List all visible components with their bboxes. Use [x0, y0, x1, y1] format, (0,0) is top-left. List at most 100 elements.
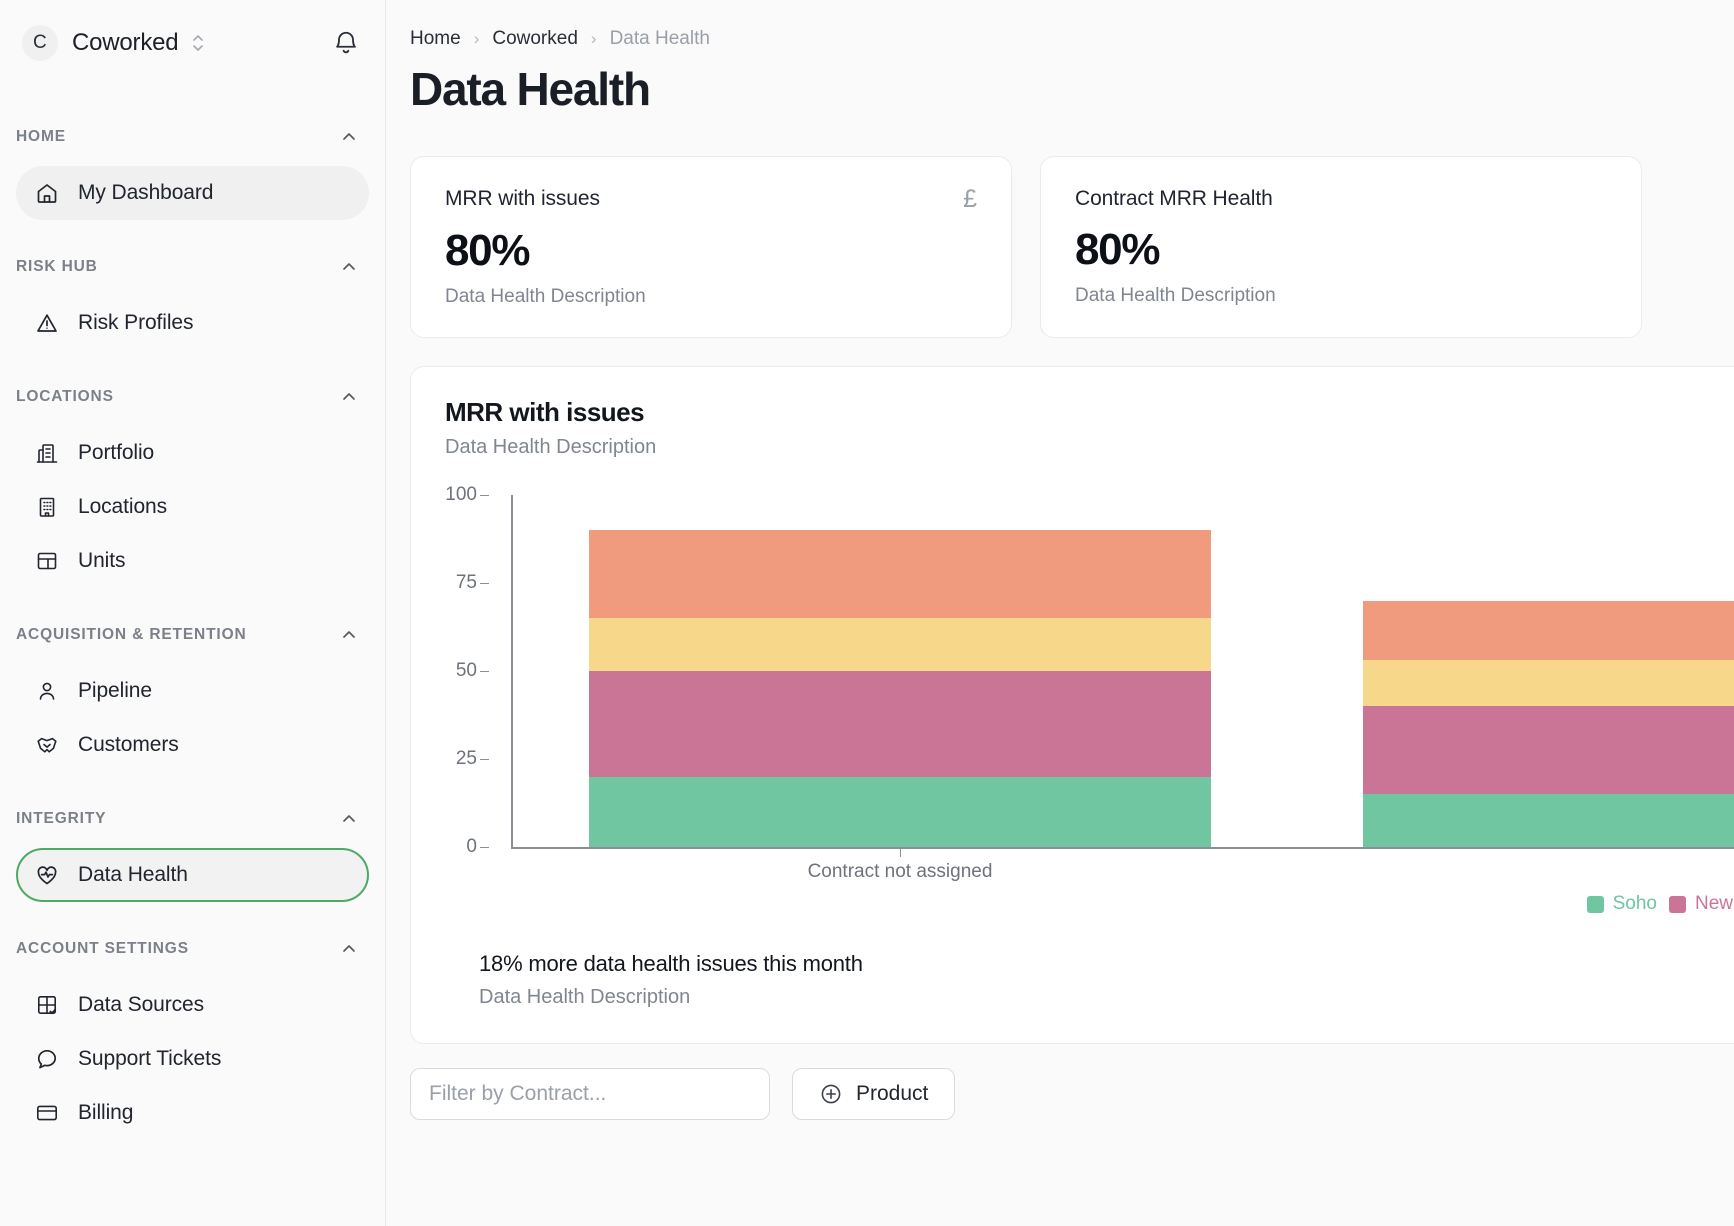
legend-item[interactable]: New	[1669, 893, 1733, 915]
bar-segment[interactable]	[589, 618, 1211, 671]
group-title-integrity: INTEGRITY	[16, 810, 106, 828]
group-title-account-settings: ACCOUNT SETTINGS	[16, 940, 189, 958]
warning-triangle-icon	[34, 310, 60, 336]
sidebar-item-pipeline[interactable]: Pipeline	[16, 664, 369, 718]
breadcrumb-separator: ›	[591, 29, 597, 49]
chart-subtitle: Data Health Description	[445, 436, 1715, 459]
kpi-card-header: Contract MRR Health	[1075, 187, 1607, 211]
nav-items-locations: Portfolio Locations Units	[0, 420, 385, 604]
sidebar-item-label: Risk Profiles	[78, 311, 193, 335]
kpi-description: Data Health Description	[445, 286, 977, 308]
user-icon	[34, 678, 60, 704]
sidebar-item-portfolio[interactable]: Portfolio	[16, 426, 369, 480]
group-header-risk-hub[interactable]: RISK HUB	[0, 244, 385, 290]
chart-title: MRR with issues	[445, 397, 1715, 428]
breadcrumb-separator: ›	[474, 29, 480, 49]
stacked-bar-chart: 0255075100 Contract not assigned SohoNew	[445, 495, 1715, 895]
chevron-up-icon[interactable]	[339, 939, 359, 959]
y-axis-tick-label: 100	[445, 484, 477, 506]
sidebar-item-data-health[interactable]: Data Health	[16, 848, 369, 902]
bar-series-container: Contract not assigned	[512, 495, 1734, 847]
nav-group-integrity: INTEGRITY Data Health	[0, 796, 385, 918]
legend-label: New	[1695, 893, 1733, 915]
sidebar-item-risk-profiles[interactable]: Risk Profiles	[16, 296, 369, 350]
add-product-filter-button[interactable]: Product	[792, 1068, 955, 1120]
workspace-header[interactable]: C Coworked	[0, 0, 385, 86]
sidebar-item-billing[interactable]: Billing	[16, 1086, 369, 1140]
bar-segment[interactable]	[589, 777, 1211, 847]
buildings-icon	[34, 440, 60, 466]
kpi-label: Contract MRR Health	[1075, 187, 1273, 211]
sidebar-item-label: My Dashboard	[78, 181, 213, 205]
sidebar-item-my-dashboard[interactable]: My Dashboard	[16, 166, 369, 220]
group-header-home[interactable]: HOME	[0, 114, 385, 160]
chevron-up-icon[interactable]	[339, 809, 359, 829]
chart-legend: Soho New	[1587, 893, 1733, 915]
kpi-cards-row: MRR with issues £ 80% Data Health Descri…	[386, 116, 1734, 338]
nav-group-home: HOME My Dashboard	[0, 114, 385, 236]
bar-stack[interactable]: Contract not assigned	[589, 495, 1211, 847]
home-icon	[34, 180, 60, 206]
bar-stack[interactable]	[1363, 495, 1734, 847]
chart-footer-description: Data Health Description	[479, 986, 863, 1009]
sidebar-item-support-tickets[interactable]: Support Tickets	[16, 1032, 369, 1086]
sidebar-item-label: Data Health	[78, 863, 188, 887]
nav-items-risk-hub: Risk Profiles	[0, 290, 385, 366]
nav-group-account-settings: ACCOUNT SETTINGS Data Sources	[0, 926, 385, 1156]
y-axis-tick-mark	[480, 847, 489, 848]
nav-group-risk-hub: RISK HUB Risk Profiles	[0, 244, 385, 366]
y-axis-tick-label: 25	[456, 748, 477, 770]
chevron-up-icon[interactable]	[339, 387, 359, 407]
workspace-name: Coworked	[72, 29, 178, 57]
add-product-filter-label: Product	[856, 1082, 928, 1106]
bar-segment[interactable]	[1363, 660, 1734, 706]
main-content: Home › Coworked › Data Health Data Healt…	[386, 0, 1734, 1226]
chat-bubble-icon	[34, 1046, 60, 1072]
handshake-icon	[34, 732, 60, 758]
bar-segment[interactable]	[589, 530, 1211, 618]
nav-items-acquisition-retention: Pipeline Customers	[0, 658, 385, 788]
legend-swatch	[1669, 896, 1686, 913]
legend-swatch	[1587, 896, 1604, 913]
bell-icon[interactable]	[333, 29, 359, 57]
x-axis-tick-label: Contract not assigned	[808, 861, 993, 883]
chevron-up-icon[interactable]	[339, 257, 359, 277]
nav-items-account-settings: Data Sources Support Tickets Billing	[0, 972, 385, 1156]
kpi-card-contract-mrr-health[interactable]: Contract MRR Health 80% Data Health Desc…	[1040, 156, 1642, 338]
y-axis-tick-mark	[480, 759, 489, 760]
sidebar: C Coworked HOME	[0, 0, 386, 1226]
legend-label: Soho	[1613, 893, 1657, 915]
bar-segment[interactable]	[1363, 794, 1734, 847]
bar-segment[interactable]	[1363, 706, 1734, 794]
breadcrumb-item-home[interactable]: Home	[410, 28, 461, 50]
chart-footer: 18% more data health issues this month D…	[479, 951, 863, 1009]
group-header-acquisition-retention[interactable]: ACQUISITION & RETENTION	[0, 612, 385, 658]
sidebar-item-locations[interactable]: Locations	[16, 480, 369, 534]
bar-segment[interactable]	[589, 671, 1211, 777]
sidebar-item-data-sources[interactable]: Data Sources	[16, 978, 369, 1032]
pound-sterling-icon: £	[963, 187, 977, 212]
sidebar-item-customers[interactable]: Customers	[16, 718, 369, 772]
legend-item[interactable]: Soho	[1587, 893, 1657, 915]
grid-check-icon	[34, 992, 60, 1018]
group-header-locations[interactable]: LOCATIONS	[0, 374, 385, 420]
breadcrumb-item-coworked[interactable]: Coworked	[492, 28, 578, 50]
group-title-home: HOME	[16, 128, 66, 146]
kpi-label: MRR with issues	[445, 187, 600, 211]
filter-toolbar: Product	[410, 1068, 1734, 1120]
chevron-up-down-icon[interactable]	[190, 32, 206, 54]
sidebar-item-label: Locations	[78, 495, 167, 519]
y-axis: 0255075100	[445, 495, 511, 847]
kpi-card-mrr-with-issues[interactable]: MRR with issues £ 80% Data Health Descri…	[410, 156, 1012, 338]
bar-segment[interactable]	[1363, 601, 1734, 661]
group-header-account-settings[interactable]: ACCOUNT SETTINGS	[0, 926, 385, 972]
chart-footer-headline: 18% more data health issues this month	[479, 951, 863, 977]
chevron-up-icon[interactable]	[339, 625, 359, 645]
filter-by-contract-input[interactable]	[410, 1068, 770, 1120]
y-axis-tick-mark	[480, 495, 489, 496]
credit-card-icon	[34, 1100, 60, 1126]
group-header-integrity[interactable]: INTEGRITY	[0, 796, 385, 842]
sidebar-item-label: Units	[78, 549, 125, 573]
chevron-up-icon[interactable]	[339, 127, 359, 147]
sidebar-item-units[interactable]: Units	[16, 534, 369, 588]
